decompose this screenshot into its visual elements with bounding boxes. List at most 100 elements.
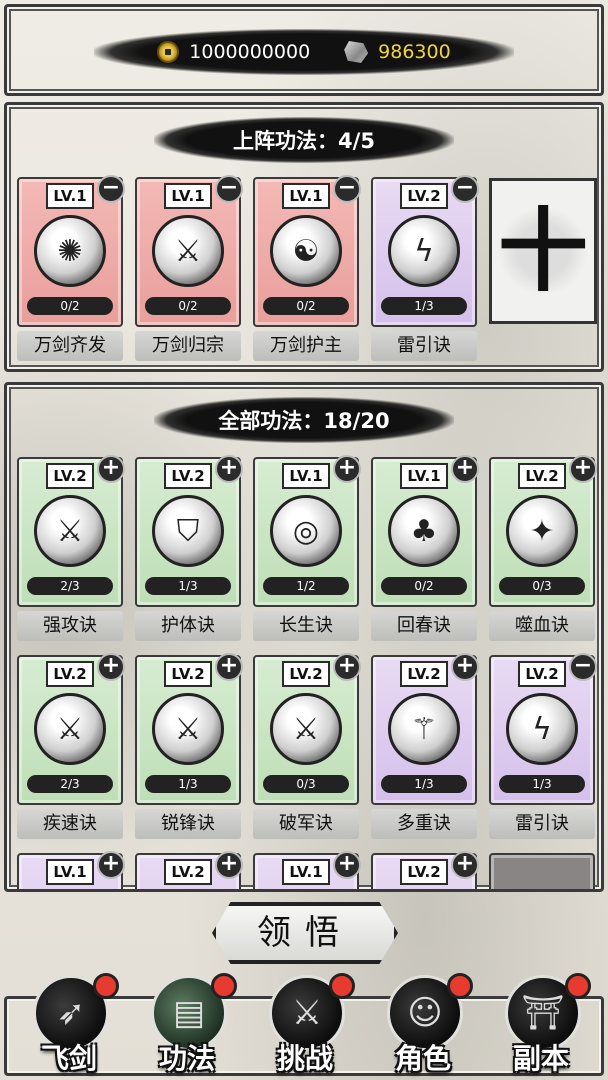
skill-card[interactable]: LV.1 + (17, 851, 125, 889)
skill-card[interactable]: LV.1 + (253, 851, 361, 889)
active-skill-card[interactable]: LV.1 ☯ 0/2 − (253, 175, 361, 327)
meditation-icon: ☯ (270, 215, 342, 287)
progress-bar: 1/3 (145, 577, 231, 595)
skill-name: 雷引诀 (371, 331, 477, 361)
nav-item[interactable]: ▤ 功法 (137, 973, 237, 1079)
skill-name: 噬血诀 (489, 611, 595, 641)
notification-dot (565, 973, 591, 999)
skill-card[interactable]: LV.2 + (371, 851, 479, 889)
notification-dot (211, 973, 237, 999)
progress-bar: 0/3 (499, 577, 585, 595)
skill-name: 万剑齐发 (17, 331, 123, 361)
lightning-sword-icon: ϟ (388, 215, 460, 287)
equip-button[interactable]: + (569, 455, 597, 483)
skill-name: 多重诀 (371, 809, 477, 839)
progress-bar: 1/3 (381, 775, 467, 793)
level-label: LV.1 (282, 463, 330, 489)
skill-name: 护体诀 (135, 611, 241, 641)
nav-item[interactable]: ⚔ 挑战 (255, 973, 355, 1079)
equip-button[interactable]: + (215, 851, 243, 879)
progress-bar: 1/3 (381, 297, 467, 315)
unequip-button[interactable]: − (569, 653, 597, 681)
skill-card[interactable]: LV.2 ⛉ 1/3 + (135, 455, 243, 607)
level-label: LV.1 (282, 183, 330, 209)
unequip-button[interactable]: − (451, 175, 479, 203)
skill-card[interactable]: LV.2 ⚔ 2/3 + (17, 653, 125, 805)
equip-button[interactable]: + (333, 653, 361, 681)
level-label: LV.2 (46, 661, 94, 687)
level-label: LV.1 (400, 463, 448, 489)
sword-icon: ⚔ (270, 693, 342, 765)
level-label: LV.2 (400, 661, 448, 687)
equip-button[interactable]: + (97, 851, 125, 879)
level-label: LV.2 (518, 463, 566, 489)
skill-card[interactable]: LV.2 ⚔ 2/3 + (17, 455, 125, 607)
progress-bar: 1/3 (499, 775, 585, 793)
comprehend-button[interactable]: 领悟 (212, 902, 398, 964)
skill-name: 回春诀 (371, 611, 477, 641)
level-label: LV.2 (400, 183, 448, 209)
equip-button[interactable]: + (333, 455, 361, 483)
notification-dot (329, 973, 355, 999)
empty-card-slot (489, 853, 595, 889)
active-skills-title: 上阵功法：4/5 (154, 117, 454, 163)
skill-card[interactable]: LV.1 ◎ 1/2 + (253, 455, 361, 607)
skill-name: 万剑归宗 (135, 331, 241, 361)
sunburst-icon: ✺ (34, 215, 106, 287)
skill-name: 锐锋诀 (135, 809, 241, 839)
all-skills-title: 全部功法：18/20 (154, 397, 454, 443)
active-skill-card[interactable]: LV.2 ϟ 1/3 − (371, 175, 479, 327)
sword-icon: ⚔ (152, 693, 224, 765)
empty-skill-slot[interactable]: 十 (489, 178, 597, 324)
notification-dot (93, 973, 119, 999)
nav-label: 副本 (512, 1042, 569, 1075)
progress-bar: 0/3 (263, 775, 349, 793)
coin-icon (157, 41, 180, 63)
skill-card[interactable]: LV.2 ⚚ 1/3 + (371, 653, 479, 805)
skill-card[interactable]: LV.2 + (135, 851, 243, 889)
skill-card[interactable]: LV.1 ♣ 0/2 + (371, 455, 479, 607)
level-label: LV.1 (282, 859, 330, 885)
equip-button[interactable]: + (451, 455, 479, 483)
unequip-button[interactable]: − (215, 175, 243, 203)
all-skills-panel: 全部功法：18/20 LV.2 ⚔ 2/3 + 强攻诀 LV.2 ⛉ 1/3 + 护体诀 LV.1 ◎… (4, 382, 604, 892)
currency-bar: 1000000000 986300 (94, 29, 514, 75)
nav-label: 功法 (158, 1042, 215, 1075)
multi-sword-icon: ⚚ (388, 693, 460, 765)
crossed-swords-icon: ⚔ (34, 693, 106, 765)
level-label: LV.2 (46, 463, 94, 489)
equip-button[interactable]: + (97, 455, 125, 483)
unequip-button[interactable]: − (333, 175, 361, 203)
progress-bar: 1/3 (145, 775, 231, 793)
level-label: LV.2 (282, 661, 330, 687)
active-skill-card[interactable]: LV.1 ✺ 0/2 − (17, 175, 125, 327)
equip-button[interactable]: + (215, 455, 243, 483)
equip-button[interactable]: + (215, 653, 243, 681)
skill-card[interactable]: LV.2 ϟ 1/3 − (489, 653, 597, 805)
nav-item[interactable]: ⛩ 副本 (491, 973, 591, 1079)
skill-card[interactable]: LV.2 ✦ 0/3 + (489, 455, 597, 607)
level-label: LV.2 (400, 859, 448, 885)
active-skill-card[interactable]: LV.1 ⚔ 0/2 − (135, 175, 243, 327)
skill-name: 长生诀 (253, 611, 359, 641)
skill-card[interactable]: LV.2 ⚔ 0/3 + (253, 653, 361, 805)
equip-button[interactable]: + (97, 653, 125, 681)
nav-item[interactable]: ➶ 飞剑 (19, 973, 119, 1079)
spirit-stone-icon (344, 41, 369, 63)
equip-button[interactable]: + (451, 653, 479, 681)
skill-name: 疾速诀 (17, 809, 123, 839)
skill-card[interactable]: LV.2 ⚔ 1/3 + (135, 653, 243, 805)
skill-name: 雷引诀 (489, 809, 595, 839)
unequip-button[interactable]: − (97, 175, 125, 203)
skill-name: 万剑护主 (253, 331, 359, 361)
sword-icon: ⚔ (34, 495, 106, 567)
nav-item[interactable]: ☺ 角色 (373, 973, 473, 1079)
nav-label: 角色 (394, 1042, 451, 1075)
progress-bar: 2/3 (27, 577, 113, 595)
equip-button[interactable]: + (333, 851, 361, 879)
equip-button[interactable]: + (451, 851, 479, 879)
flame-sword-icon: ✦ (506, 495, 578, 567)
level-label: LV.2 (164, 859, 212, 885)
notification-dot (447, 973, 473, 999)
coin-amount: 1000000000 (189, 41, 311, 63)
